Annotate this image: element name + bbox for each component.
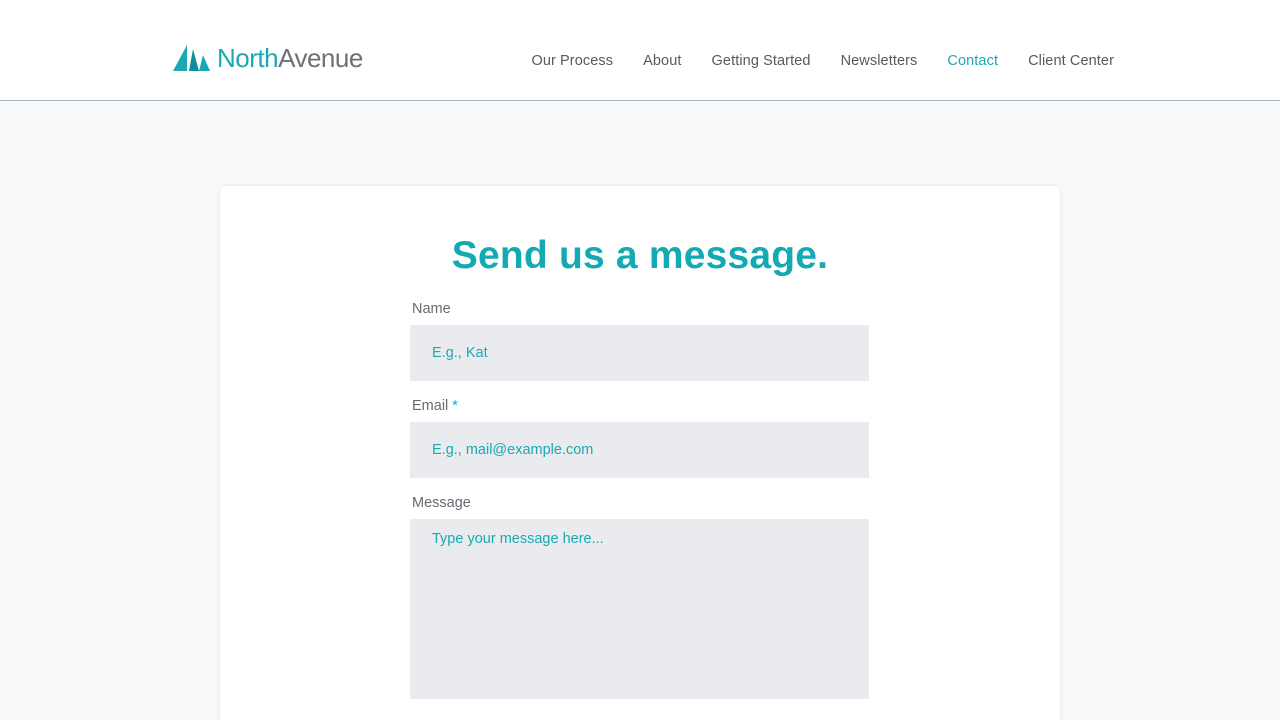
name-label: Name — [412, 301, 451, 317]
email-field[interactable] — [410, 422, 869, 478]
name-label-text: Name — [412, 301, 451, 317]
nav-item-client-center[interactable]: Client Center — [1028, 53, 1114, 69]
name-field[interactable] — [410, 325, 869, 381]
nav-item-newsletters[interactable]: Newsletters — [841, 53, 918, 69]
brand-logo[interactable]: NorthAvenue — [173, 42, 363, 74]
form-title: Send us a message. — [451, 234, 829, 277]
contact-form-card: Send us a message. Name Email * Message — [220, 186, 1060, 720]
email-label-text: Email — [412, 398, 449, 414]
required-mark: * — [452, 398, 458, 414]
nav-item-getting-started[interactable]: Getting Started — [712, 53, 811, 69]
sail-icon — [173, 45, 210, 71]
message-label-text: Message — [412, 495, 471, 511]
nav-item-our-process[interactable]: Our Process — [531, 53, 613, 69]
site-header: NorthAvenue Our Process About Getting St… — [0, 0, 1280, 101]
brand-name: NorthAvenue — [217, 45, 363, 71]
nav-item-about[interactable]: About — [643, 53, 681, 69]
brand-name-part2: Avenue — [278, 43, 363, 73]
message-label: Message — [412, 495, 471, 511]
main-nav: Our Process About Getting Started Newsle… — [501, 53, 1114, 69]
message-field[interactable] — [410, 519, 869, 699]
nav-item-contact[interactable]: Contact — [947, 53, 998, 69]
brand-name-part1: North — [217, 43, 279, 73]
email-label: Email * — [412, 398, 458, 414]
